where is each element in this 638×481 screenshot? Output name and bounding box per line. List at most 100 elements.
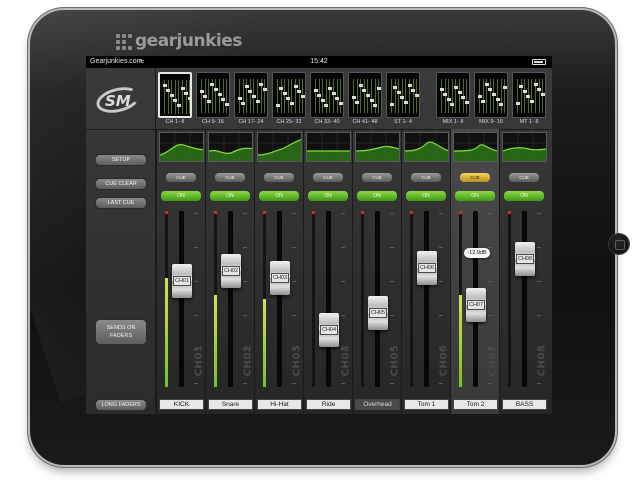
bank-label: CH 9- 16 <box>201 119 224 125</box>
on-button[interactable]: ON <box>504 191 544 201</box>
channel-name[interactable]: Hi-Hat <box>257 399 302 410</box>
channel-name[interactable]: Overhead <box>355 399 400 410</box>
channel-name[interactable]: BASS <box>502 399 547 410</box>
level-meter <box>165 211 168 387</box>
last-cue-button[interactable]: LAST CUE <box>95 197 147 209</box>
fader-track[interactable] <box>277 211 282 387</box>
eq-graph[interactable] <box>502 132 547 162</box>
on-button[interactable]: ON <box>357 191 397 201</box>
fader-channel-label: CH05 <box>369 308 387 318</box>
fader-knob[interactable]: CH02 <box>221 254 241 288</box>
fader-track[interactable] <box>326 211 331 387</box>
eq-graph[interactable] <box>355 132 400 162</box>
bank-thumbnail <box>196 72 230 118</box>
eq-graph[interactable] <box>257 132 302 162</box>
peak-indicator <box>214 211 217 214</box>
fader-knob[interactable]: CH05 <box>368 296 388 330</box>
on-button[interactable]: ON <box>308 191 348 201</box>
bank-thumbnail <box>310 72 344 118</box>
on-button[interactable]: ON <box>161 191 201 201</box>
bank-thumbnail <box>512 72 546 118</box>
bank-label: MIX 9- 16 <box>479 119 503 125</box>
channel-name[interactable]: Tom 1 <box>404 399 449 410</box>
eq-graph[interactable] <box>306 132 351 162</box>
channel-name[interactable]: Ride <box>306 399 351 410</box>
level-meter <box>361 211 364 387</box>
channel-strip: CUE ON CH05 CH05 Overhead <box>352 129 401 414</box>
setup-button[interactable]: SETUP <box>95 154 147 166</box>
channel-id-text: CH07 <box>487 344 499 377</box>
bank-2-button[interactable]: CH 9- 16 <box>196 72 230 127</box>
channel-id-vertical: CH02 <box>243 335 254 385</box>
eq-graph[interactable] <box>159 132 204 162</box>
bank-10-button[interactable]: MT 1- 8 <box>512 72 546 127</box>
sends-on-faders-line2: FADERS <box>109 333 132 339</box>
bank-5-button[interactable]: CH 33- 40 <box>310 72 344 127</box>
screen: Gearjunkies.com ≈ 15:42 SM SETUP CUE CLE… <box>86 56 552 414</box>
on-button[interactable]: ON <box>406 191 446 201</box>
channel-id-vertical: CH07 <box>487 335 499 385</box>
sends-on-faders-button[interactable]: SENDS ON FADERS <box>95 319 147 345</box>
channel-name[interactable]: Tom 2 <box>453 399 498 410</box>
fader-knob[interactable]: CH03 <box>270 261 290 295</box>
bank-9-button[interactable]: MIX 9- 16 <box>474 72 508 127</box>
home-button[interactable] <box>609 234 629 254</box>
bank-8-button[interactable]: MIX 1- 8 <box>436 72 470 127</box>
battery-icon <box>532 59 546 65</box>
left-panel: SM SETUP CUE CLEAR LAST CUE SENDS ON FAD… <box>86 68 156 414</box>
channel-strip: CUE ON CH08 CH08 BASS <box>499 129 548 414</box>
channel-name[interactable]: Snare <box>208 399 253 410</box>
channel-strip: CUE ON CH01 CH01 KICK <box>156 129 205 414</box>
fader-channel-label: CH04 <box>320 325 338 335</box>
cue-button[interactable]: CUE <box>460 173 490 182</box>
cue-button[interactable]: CUE <box>362 173 392 182</box>
on-button[interactable]: ON <box>210 191 250 201</box>
fader-channel-label: CH06 <box>418 263 436 273</box>
status-bar: Gearjunkies.com ≈ 15:42 <box>86 56 552 68</box>
fader-track[interactable] <box>522 211 527 387</box>
eq-graph[interactable] <box>453 132 498 162</box>
channel-name[interactable]: KICK <box>159 399 204 410</box>
cue-button[interactable]: CUE <box>215 173 245 182</box>
fader-knob[interactable]: CH06 <box>417 251 437 285</box>
cue-button[interactable]: CUE <box>411 173 441 182</box>
channel-id-vertical: CH08 <box>536 335 548 385</box>
channel-id-vertical: CH06 <box>439 335 450 385</box>
fader-knob[interactable]: CH01 <box>172 264 192 298</box>
bank-3-button[interactable]: CH 17- 24 <box>234 72 268 127</box>
fader-channel-label: CH03 <box>271 273 289 283</box>
bank-label: CH 33- 40 <box>314 119 340 125</box>
bank-thumbnail <box>158 72 192 118</box>
fader-knob[interactable]: CH04 <box>319 313 339 347</box>
fader-track[interactable] <box>228 211 233 387</box>
wifi-icon: ≈ <box>140 57 145 66</box>
cue-button[interactable]: CUE <box>264 173 294 182</box>
bank-thumbnail <box>386 72 420 118</box>
bank-label: ST 1- 4 <box>394 119 412 125</box>
cue-button[interactable]: CUE <box>509 173 539 182</box>
channel-strip: CUE ON CH03 CH03 Hi-Hat <box>254 129 303 414</box>
fader-knob[interactable]: CH07 <box>466 288 486 322</box>
bank-6-button[interactable]: CH 41- 48 <box>348 72 382 127</box>
level-meter <box>312 211 315 387</box>
peak-indicator <box>165 211 168 214</box>
channel-strip: CUE ON CH04 CH04 Ride <box>303 129 352 414</box>
fader-track[interactable] <box>179 211 184 387</box>
sends-on-faders-line1: SENDS ON <box>106 325 136 331</box>
eq-graph[interactable] <box>208 132 253 162</box>
stagemix-logo: SM <box>93 83 146 117</box>
on-button[interactable]: ON <box>259 191 299 201</box>
on-button[interactable]: ON <box>455 191 495 201</box>
bank-1-button[interactable]: CH 1- 8 <box>158 72 192 127</box>
cue-button[interactable]: CUE <box>313 173 343 182</box>
bank-7-button[interactable]: ST 1- 4 <box>386 72 420 127</box>
eq-graph[interactable] <box>404 132 449 162</box>
cue-button[interactable]: CUE <box>166 173 196 182</box>
cue-clear-button[interactable]: CUE CLEAR <box>95 178 147 190</box>
bank-label: CH 17- 24 <box>238 119 264 125</box>
bank-4-button[interactable]: CH 25- 32 <box>272 72 306 127</box>
channel-id-text: CH08 <box>536 344 548 377</box>
fader-knob[interactable]: CH08 <box>515 242 535 276</box>
fader-track[interactable] <box>424 211 429 387</box>
long-faders-button[interactable]: LONG FADERS <box>95 399 147 411</box>
